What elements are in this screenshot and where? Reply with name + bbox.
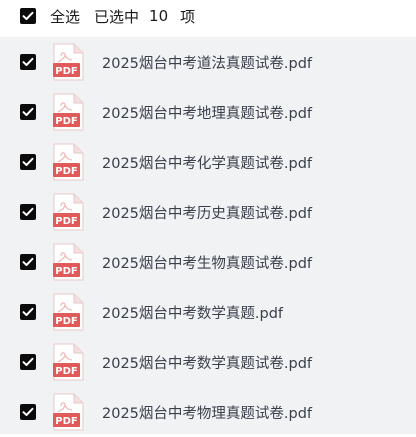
file-checkbox[interactable] — [20, 204, 36, 220]
file-name: 2025烟台中考地理真题试卷.pdf — [102, 105, 313, 122]
file-checkbox[interactable] — [20, 54, 36, 70]
check-icon — [22, 257, 34, 266]
check-icon — [22, 307, 34, 316]
pdf-file-icon: PDF — [52, 293, 84, 331]
pdf-file-icon: PDF — [52, 193, 84, 231]
file-name: 2025烟台中考化学真题试卷.pdf — [102, 155, 313, 172]
file-checkbox[interactable] — [20, 304, 36, 320]
file-row[interactable]: PDF 2025烟台中考物理真题试卷.pdf — [0, 387, 416, 437]
file-name: 2025烟台中考数学真题试卷.pdf — [102, 355, 313, 372]
file-list: PDF 2025烟台中考道法真题试卷.pdf PDF 2025烟台中考地理真题试… — [0, 37, 416, 434]
pdf-file-icon: PDF — [52, 343, 84, 381]
pdf-file-icon: PDF — [52, 43, 84, 81]
file-row[interactable]: PDF 2025烟台中考数学真题试卷.pdf — [0, 337, 416, 387]
pdf-badge-label: PDF — [55, 166, 77, 177]
check-icon — [22, 407, 34, 416]
file-checkbox[interactable] — [20, 154, 36, 170]
file-checkbox[interactable] — [20, 404, 36, 420]
select-all-label[interactable]: 全选 — [50, 6, 80, 27]
selected-unit: 项 — [180, 7, 196, 26]
pdf-file-icon: PDF — [52, 393, 84, 431]
check-icon — [22, 107, 34, 116]
pdf-badge-label: PDF — [55, 66, 77, 77]
pdf-badge-label: PDF — [55, 216, 77, 227]
file-name: 2025烟台中考物理真题试卷.pdf — [102, 405, 313, 422]
pdf-file-icon: PDF — [52, 93, 84, 131]
pdf-badge-label: PDF — [55, 366, 77, 377]
check-icon — [22, 11, 34, 20]
file-checkbox[interactable] — [20, 104, 36, 120]
file-checkbox[interactable] — [20, 354, 36, 370]
file-row[interactable]: PDF 2025烟台中考化学真题试卷.pdf — [0, 137, 416, 187]
pdf-file-icon: PDF — [52, 243, 84, 281]
pdf-badge-label: PDF — [55, 116, 77, 127]
file-row[interactable]: PDF 2025烟台中考历史真题试卷.pdf — [0, 187, 416, 237]
file-row[interactable]: PDF 2025烟台中考数学真题.pdf — [0, 287, 416, 337]
file-row[interactable]: PDF 2025烟台中考道法真题试卷.pdf — [0, 37, 416, 87]
selection-toolbar: 全选 已选中 10 项 — [0, 0, 416, 32]
check-icon — [22, 57, 34, 66]
select-all-checkbox[interactable] — [20, 8, 36, 24]
selected-label: 已选中 — [94, 7, 140, 26]
pdf-badge-label: PDF — [55, 266, 77, 277]
file-row[interactable]: PDF 2025烟台中考生物真题试卷.pdf — [0, 237, 416, 287]
file-name: 2025烟台中考历史真题试卷.pdf — [102, 205, 313, 222]
file-row[interactable]: PDF 2025烟台中考地理真题试卷.pdf — [0, 87, 416, 137]
file-name: 2025烟台中考生物真题试卷.pdf — [102, 255, 313, 272]
file-checkbox[interactable] — [20, 254, 36, 270]
check-icon — [22, 207, 34, 216]
check-icon — [22, 357, 34, 366]
check-icon — [22, 157, 34, 166]
selected-count: 10 — [149, 7, 169, 25]
pdf-badge-label: PDF — [55, 316, 77, 327]
file-name: 2025烟台中考数学真题.pdf — [102, 305, 284, 322]
pdf-file-icon: PDF — [52, 143, 84, 181]
pdf-badge-label: PDF — [55, 416, 77, 427]
file-name: 2025烟台中考道法真题试卷.pdf — [102, 55, 313, 72]
